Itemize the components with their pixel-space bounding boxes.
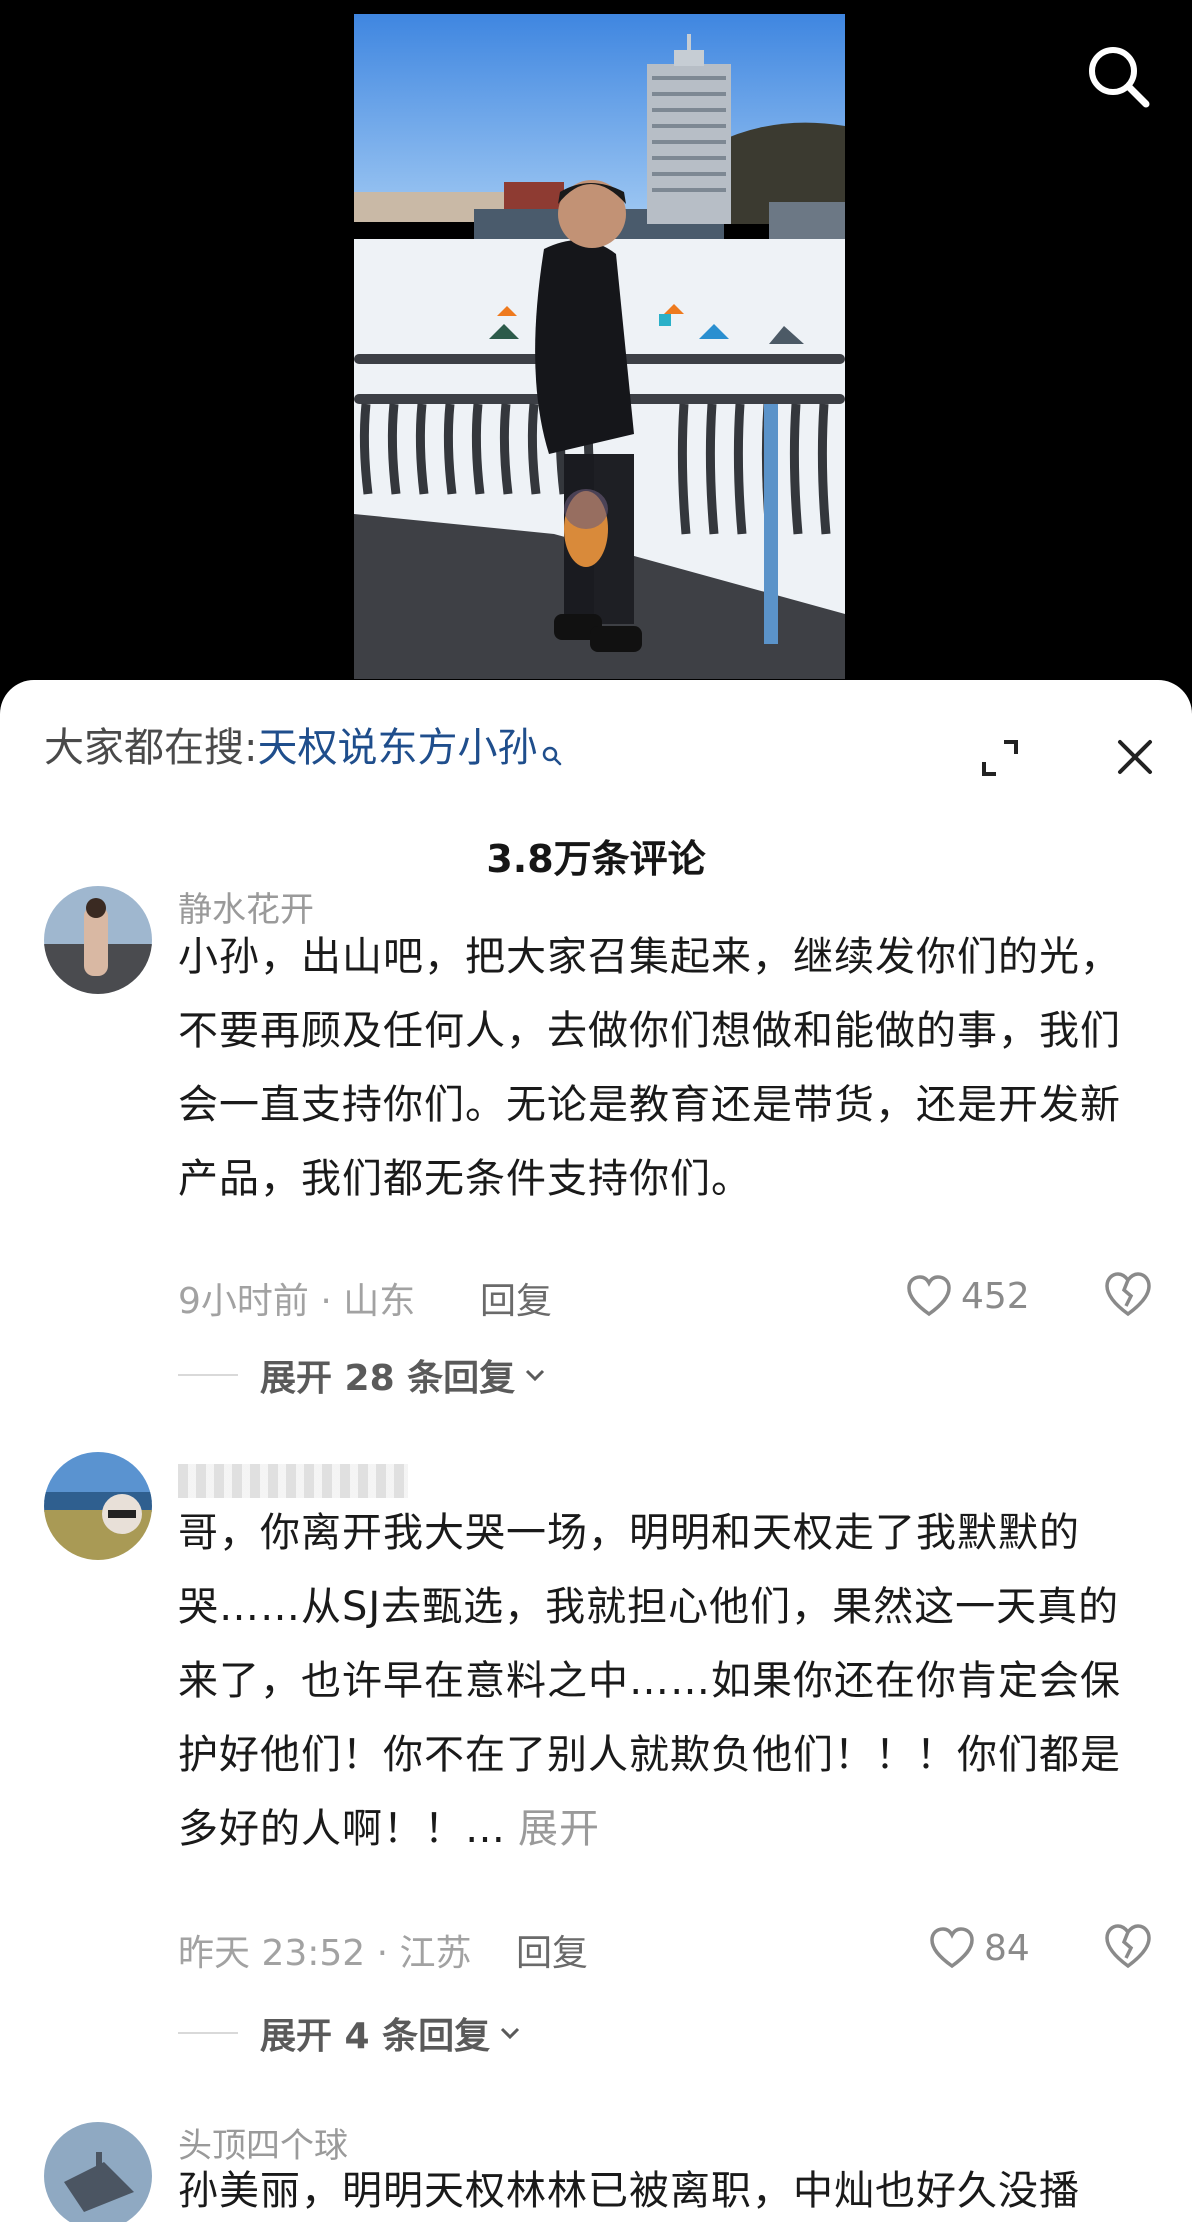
- search-small-icon: [541, 728, 563, 780]
- avatar[interactable]: [44, 1452, 152, 1560]
- comment-content: 哥，你离开我大哭一场，明明和天权走了我默默的哭……从SJ去甄选，我就担心他们，果…: [178, 1496, 1158, 1866]
- comment-content: 孙美丽，明明天权林林已被离职，中灿也好久没播: [178, 2154, 1158, 2222]
- reply-button[interactable]: 回复: [516, 1924, 588, 1976]
- like-count: 452: [961, 1275, 1030, 1317]
- expand-replies-button[interactable]: 展开 28 条回复: [178, 1350, 547, 1400]
- close-icon: [1118, 740, 1152, 774]
- comment-content: 小孙，出山吧，把大家召集起来，继续发你们的光，不要再顾及任何人，去做你们想做和能…: [178, 920, 1158, 1216]
- comment-text: 哥，你离开我大哭一场，明明和天权走了我默默的哭……从SJ去甄选，我就担心他们，果…: [178, 1510, 1121, 1852]
- hot-search-link[interactable]: 大家都在搜:天权说东方小孙: [44, 722, 563, 780]
- dislike-button[interactable]: [1103, 1270, 1153, 1320]
- video-player[interactable]: [0, 0, 1192, 700]
- comment-text: 孙美丽，明明天权林林已被离职，中灿也好久没播: [178, 2168, 1080, 2214]
- reply-button[interactable]: 回复: [480, 1272, 552, 1324]
- comment-meta: 昨天 23:52 · 江苏: [178, 1933, 472, 1974]
- like-count: 84: [984, 1927, 1030, 1969]
- comment-username-blurred[interactable]: [178, 1464, 408, 1498]
- comment-sheet: 大家都在搜:天权说东方小孙 3.8万条评论 静水花开 小孙，出山吧，把大家召集起…: [0, 680, 1192, 2222]
- search-icon: [1089, 47, 1150, 108]
- avatar[interactable]: [44, 886, 152, 994]
- expand-replies-label: 展开 28 条回复: [260, 1358, 516, 1399]
- divider-line: [178, 1374, 238, 1376]
- expand-replies-button[interactable]: 展开 4 条回复: [178, 2008, 522, 2058]
- comment-meta: 9小时前 · 山东: [178, 1281, 416, 1322]
- sheet-header: 大家都在搜:天权说东方小孙: [0, 680, 1192, 790]
- video-still-image: [354, 14, 845, 679]
- divider-line: [178, 2032, 238, 2034]
- dislike-button[interactable]: [1103, 1922, 1153, 1972]
- comment-text: 小孙，出山吧，把大家召集起来，继续发你们的光，不要再顾及任何人，去做你们想做和能…: [178, 934, 1121, 1202]
- expand-comment-link[interactable]: 展开: [518, 1806, 600, 1852]
- broken-heart-icon: [1105, 1924, 1151, 1969]
- chevron-down-icon: [526, 1369, 545, 1382]
- hot-search-keyword[interactable]: 天权说东方小孙: [257, 725, 537, 771]
- fullscreen-button[interactable]: [978, 736, 1022, 780]
- like-button[interactable]: 84: [928, 1922, 1030, 1974]
- chevron-down-icon: [501, 2027, 520, 2040]
- like-button[interactable]: 452: [905, 1270, 1030, 1322]
- search-button[interactable]: [1082, 40, 1154, 112]
- heart-icon: [907, 1275, 951, 1317]
- avatar[interactable]: [44, 2122, 152, 2222]
- expand-icon: [982, 740, 1018, 776]
- close-button[interactable]: [1110, 732, 1160, 782]
- comment-count: 3.8万条评论: [486, 837, 706, 881]
- expand-replies-label: 展开 4 条回复: [260, 2016, 491, 2057]
- heart-icon: [930, 1927, 974, 1969]
- hot-search-prefix: 大家都在搜:: [44, 725, 258, 771]
- video-frame[interactable]: [354, 14, 845, 679]
- broken-heart-icon: [1105, 1272, 1151, 1317]
